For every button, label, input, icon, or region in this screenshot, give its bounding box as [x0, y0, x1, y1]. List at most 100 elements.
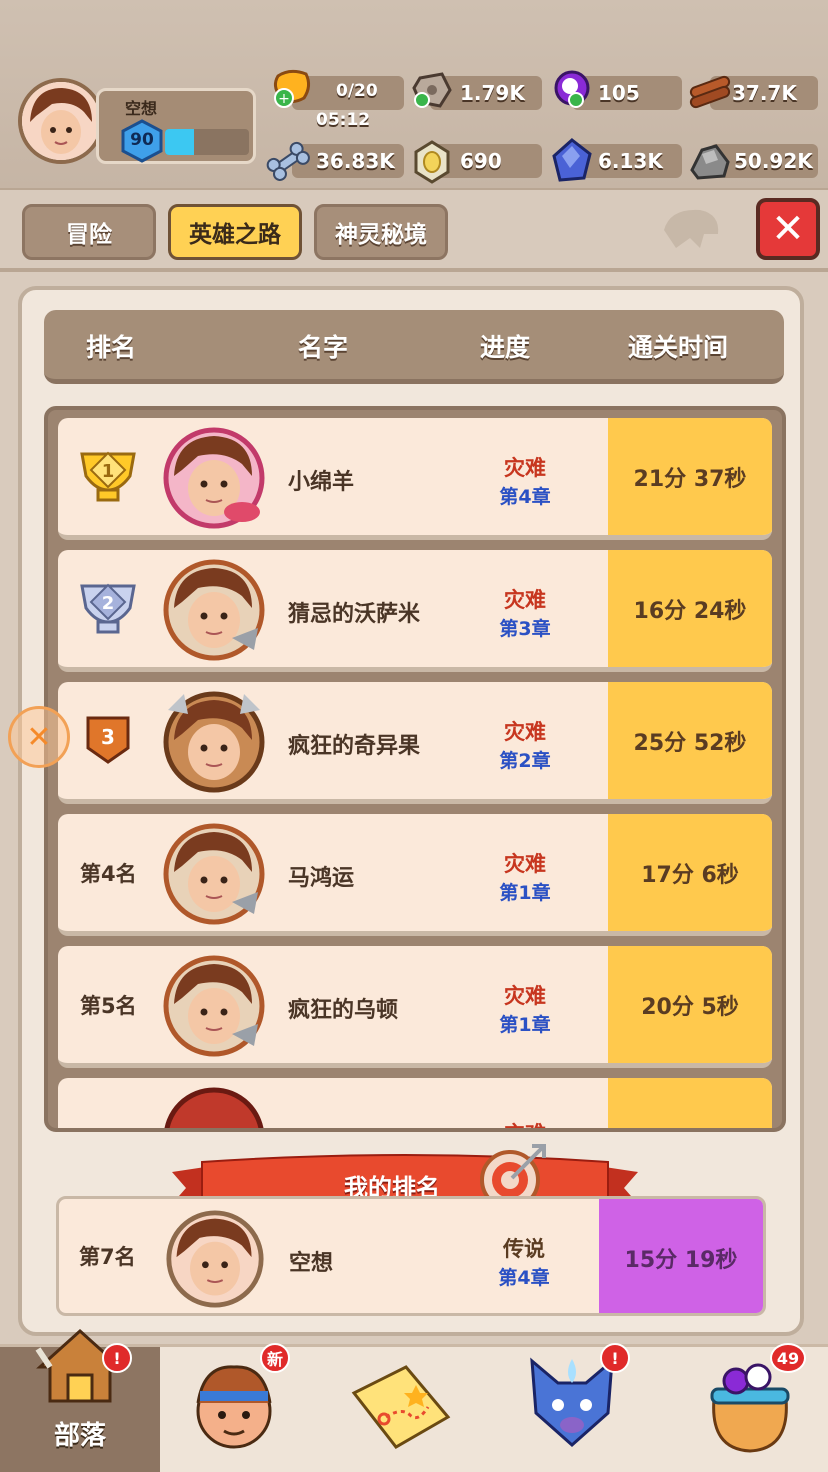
clear-time: 21分 37秒	[608, 418, 772, 535]
tab-adventure-label: 冒险	[66, 222, 112, 248]
clear-time: 25分 52秒	[608, 682, 772, 799]
chapter-label: 第4章	[499, 486, 551, 508]
floating-shortcut-button[interactable]: ✕	[8, 706, 70, 768]
table-header: 排名 名字 进度 通关时间	[44, 310, 784, 384]
tab-divine-realm-label: 神灵秘境	[335, 222, 427, 248]
tab-hero-road-label: 英雄之路	[189, 222, 281, 248]
nav-map[interactable]	[332, 1347, 492, 1472]
rank-number: 3	[101, 725, 115, 749]
close-button[interactable]: ✕	[756, 198, 820, 260]
hero-face-icon	[22, 82, 100, 160]
player-name: 疯狂的乌顿	[288, 998, 399, 1023]
xp-bar-fill	[165, 129, 195, 155]
nav-heroes-badge: 新	[260, 1343, 290, 1373]
header-progress: 进度	[480, 333, 531, 362]
ore-value: 50.92K	[734, 149, 813, 173]
nav-tribe-badge: !	[102, 1343, 132, 1373]
tab-bar: 冒险 英雄之路 神灵秘境 ✕	[0, 188, 828, 272]
header-name: 名字	[298, 333, 349, 362]
table-row[interactable]: 灾难	[58, 1078, 772, 1128]
level-badge: 90	[121, 119, 163, 163]
difficulty-label: 灾难	[504, 720, 546, 744]
svg-text:+: +	[278, 91, 290, 107]
header-rank: 排名	[86, 333, 137, 362]
player-level: 90	[130, 130, 154, 150]
tab-divine-realm[interactable]: 神灵秘境	[314, 204, 448, 260]
hero-avatar-icon	[163, 823, 265, 925]
player-name: 小绵羊	[288, 470, 355, 495]
bottom-nav: 部落 ! 新 ! 49	[0, 1328, 828, 1472]
my-difficulty-label: 传说	[503, 1237, 545, 1261]
bone-icon	[266, 141, 310, 181]
rank-number: 1	[102, 461, 115, 482]
player-name: 疯狂的奇异果	[288, 734, 421, 759]
stone-value: 1.79K	[460, 81, 525, 105]
hero-avatar-icon	[163, 559, 265, 661]
difficulty-label: 灾难	[504, 984, 546, 1008]
treasure-map-icon	[351, 1365, 451, 1449]
orb-value: 105	[598, 81, 640, 105]
chapter-label: 第1章	[499, 882, 551, 904]
gold-trophy-icon: 1	[80, 451, 136, 502]
table-row[interactable]: 第5名 疯狂的乌顿 灾难 第1章 20分 5秒	[58, 946, 772, 1068]
ore-rock-icon	[690, 144, 730, 180]
rank-number: 2	[102, 593, 115, 614]
nav-bag[interactable]: 49	[664, 1343, 824, 1472]
silver-trophy-icon: 2	[80, 583, 136, 634]
difficulty-label: 灾难	[504, 852, 546, 876]
hero-avatar-icon	[163, 691, 265, 793]
header-clear-time: 通关时间	[628, 333, 729, 362]
my-chapter-label: 第4章	[498, 1267, 550, 1289]
clear-time: 16分 24秒	[608, 550, 772, 667]
clear-time: 17分 6秒	[608, 814, 772, 931]
player-info-panel: 空想 90	[96, 88, 256, 164]
egg-value: 690	[460, 149, 502, 173]
table-row[interactable]: 1 小绵羊 灾难 第4章 21分 37秒	[58, 418, 772, 540]
blue-gem-icon	[552, 138, 592, 182]
difficulty-label: 灾难	[504, 456, 546, 480]
chapter-label: 第3章	[499, 618, 551, 640]
difficulty-label: 灾难	[504, 588, 546, 612]
close-icon: ✕	[771, 206, 805, 252]
table-row[interactable]: 3 疯狂的奇异果 灾难 第2章 25分 52秒	[58, 682, 772, 804]
purple-orb-icon	[554, 70, 590, 108]
my-player-name: 空想	[289, 1251, 334, 1276]
dino-skull-decoration-icon	[664, 209, 719, 248]
bone-value: 36.83K	[316, 149, 395, 173]
rank-label: 第5名	[80, 994, 137, 1018]
meat-icon: +	[273, 69, 311, 108]
swirl-icon: ✕	[26, 719, 52, 755]
egg-icon	[414, 140, 450, 184]
table-row[interactable]: 2 猜忌的沃萨米 灾难 第3章 16分 24秒	[58, 550, 772, 672]
nav-tribe[interactable]: 部落 !	[0, 1328, 160, 1472]
tab-hero-road[interactable]: 英雄之路	[168, 204, 302, 260]
table-row[interactable]: 第4名 马鸿运 灾难 第1章 17分 6秒	[58, 814, 772, 936]
nav-pet-badge: !	[600, 1343, 630, 1373]
player-avatar[interactable]	[18, 78, 104, 164]
hero-avatar-icon	[164, 1087, 264, 1128]
player-name: 马鸿运	[288, 866, 355, 891]
wood-value: 37.7K	[732, 81, 797, 105]
hero-avatar-icon	[163, 955, 265, 1057]
player-name: 空想	[125, 99, 158, 118]
wood-log-icon	[689, 75, 731, 109]
stamina-value: 0/20	[336, 81, 378, 101]
my-avatar-icon	[166, 1210, 264, 1308]
nav-heroes[interactable]: 新	[166, 1343, 326, 1472]
tab-adventure[interactable]: 冒险	[22, 204, 156, 260]
nav-pet[interactable]: !	[498, 1343, 658, 1472]
ranking-list[interactable]: 1 小绵羊 灾难 第4章 21分 37秒 2 猜忌的沃萨米 灾难 第3章 16分…	[44, 406, 786, 1132]
clear-time: 20分 5秒	[608, 946, 772, 1063]
player-name: 猜忌的沃萨米	[288, 602, 421, 627]
gem-value: 6.13K	[598, 149, 663, 173]
chapter-label: 第2章	[499, 750, 551, 772]
my-rank-row[interactable]: 第7名 空想 传说 第4章 15分 19秒	[56, 1196, 766, 1316]
nav-tribe-label: 部落	[53, 1421, 106, 1451]
stamina-timer: 05:12	[316, 110, 371, 130]
my-clear-time: 15分 19秒	[599, 1199, 763, 1313]
xp-bar	[165, 129, 249, 155]
my-rank-label: 第7名	[79, 1245, 136, 1269]
bronze-badge-icon: 3	[86, 716, 130, 764]
clear-time	[608, 1078, 772, 1128]
hero-avatar-icon	[163, 427, 265, 529]
